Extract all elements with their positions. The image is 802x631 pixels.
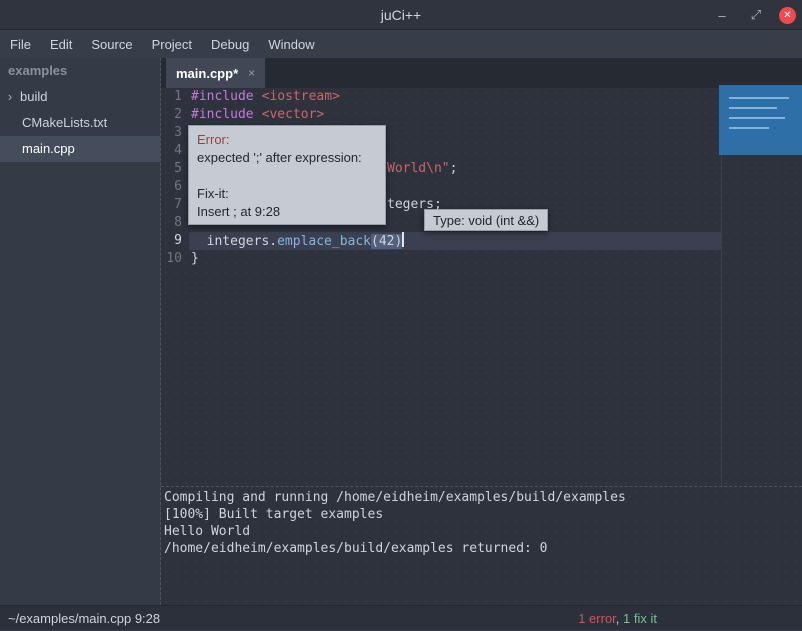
app-window: juCi++ – ⤢ ✕ File Edit Source Project De…	[0, 0, 802, 630]
restore-icon: ⤢	[751, 7, 761, 23]
document-overview[interactable]	[719, 85, 802, 155]
menu-item-window[interactable]: Window	[268, 37, 314, 52]
menu-item-project[interactable]: Project	[152, 37, 192, 52]
line-number: 7	[161, 196, 189, 214]
code-token: ;	[450, 161, 458, 176]
terminal-line: Compiling and running /home/eidheim/exam…	[164, 489, 802, 506]
terminal-line: [100%] Built target examples	[164, 506, 802, 523]
tree-item-label: build	[20, 84, 47, 110]
terminal-line: /home/eidheim/examples/build/examples re…	[164, 540, 802, 557]
line-number: 6	[161, 178, 189, 196]
fixit-count[interactable]: 1 fix it	[623, 611, 657, 626]
menubar: File Edit Source Project Debug Window	[0, 30, 802, 58]
line-number: 10	[161, 250, 189, 268]
line-number: 1	[161, 88, 189, 106]
code-token: <iostream>	[262, 89, 340, 104]
minimize-icon: –	[718, 8, 725, 23]
tab-label: main.cpp*	[176, 66, 238, 81]
error-tooltip-spacer	[197, 167, 377, 185]
code-token: emplace_back	[277, 234, 371, 249]
window-controls: – ⤢ ✕	[711, 0, 796, 30]
code-line-current[interactable]: integers.emplace_back(42)	[189, 232, 721, 250]
chevron-right-icon[interactable]: ›	[0, 84, 20, 110]
code-token: integers.	[191, 234, 277, 249]
code-token: #include	[191, 107, 254, 122]
tree-item-cmakelists[interactable]: CMakeLists.txt	[0, 110, 160, 136]
tab-maincpp[interactable]: main.cpp* ×	[166, 58, 265, 88]
line-number: 2	[161, 106, 189, 124]
menu-item-debug[interactable]: Debug	[211, 37, 249, 52]
terminal-output[interactable]: Compiling and running /home/eidheim/exam…	[161, 486, 802, 605]
overview-line	[729, 97, 789, 99]
titlebar: juCi++ – ⤢ ✕	[0, 0, 802, 30]
code-line[interactable]: #include <vector>	[189, 106, 802, 124]
code-token: #include	[191, 89, 254, 104]
line-number: 8	[161, 214, 189, 232]
file-location: ~/examples/main.cpp 9:28	[8, 606, 160, 631]
tree-item-label: main.cpp	[0, 136, 75, 162]
tree-item-label: CMakeLists.txt	[0, 110, 107, 136]
line-number: 4	[161, 142, 189, 160]
tree-item-build[interactable]: › build	[0, 84, 160, 110]
type-tooltip-text: Type: void (int &&)	[433, 213, 539, 228]
line-number: 3	[161, 124, 189, 142]
diagnostics-separator: ,	[616, 611, 623, 626]
type-tooltip: Type: void (int &&)	[424, 209, 548, 231]
statusbar: ~/examples/main.cpp 9:28 1 error, 1 fix …	[0, 605, 802, 630]
code-line[interactable]: }	[189, 250, 802, 268]
fixit-title: Fix-it:	[197, 185, 377, 203]
directory-panel: examples › build CMakeLists.txt main.cpp	[0, 58, 160, 605]
code-token: <vector>	[262, 107, 325, 122]
restore-button[interactable]: ⤢	[745, 4, 767, 26]
text-cursor	[402, 232, 404, 247]
sidebar-resize-handle[interactable]	[160, 58, 161, 605]
line-number: 9	[161, 232, 189, 250]
bracket-match-highlight: (42)	[371, 234, 402, 249]
overview-line	[729, 107, 777, 109]
code-token: World\n"	[387, 161, 450, 176]
menu-item-edit[interactable]: Edit	[50, 37, 72, 52]
menu-item-source[interactable]: Source	[91, 37, 132, 52]
code-line[interactable]: #include <iostream>	[189, 88, 802, 106]
code-token: }	[191, 251, 199, 266]
tab-close-icon[interactable]: ×	[248, 66, 255, 80]
error-tooltip: Error: expected ';' after expression: Fi…	[188, 125, 386, 225]
tab-bar: main.cpp* ×	[161, 58, 802, 88]
menu-item-file[interactable]: File	[10, 37, 31, 52]
close-icon: ✕	[783, 10, 791, 21]
tree-item-maincpp[interactable]: main.cpp	[0, 136, 160, 162]
error-tooltip-message: expected ';' after expression:	[197, 149, 377, 167]
minimize-button[interactable]: –	[711, 4, 733, 26]
diagnostics-summary: 1 error, 1 fix it	[578, 606, 657, 631]
terminal-line: Hello World	[164, 523, 802, 540]
fixit-text: Insert ; at 9:28	[197, 203, 377, 221]
error-count[interactable]: 1 error	[578, 611, 616, 626]
close-button[interactable]: ✕	[779, 7, 796, 24]
line-number: 5	[161, 160, 189, 178]
overview-line	[729, 117, 785, 119]
code-token: World\n";	[387, 160, 457, 178]
line-number-gutter: 1 2 3 4 5 6 7 8 9 10	[161, 88, 189, 486]
window-title: juCi++	[0, 0, 802, 30]
directory-header: examples	[0, 58, 160, 84]
error-tooltip-title: Error:	[197, 131, 377, 149]
overview-line	[729, 127, 769, 129]
